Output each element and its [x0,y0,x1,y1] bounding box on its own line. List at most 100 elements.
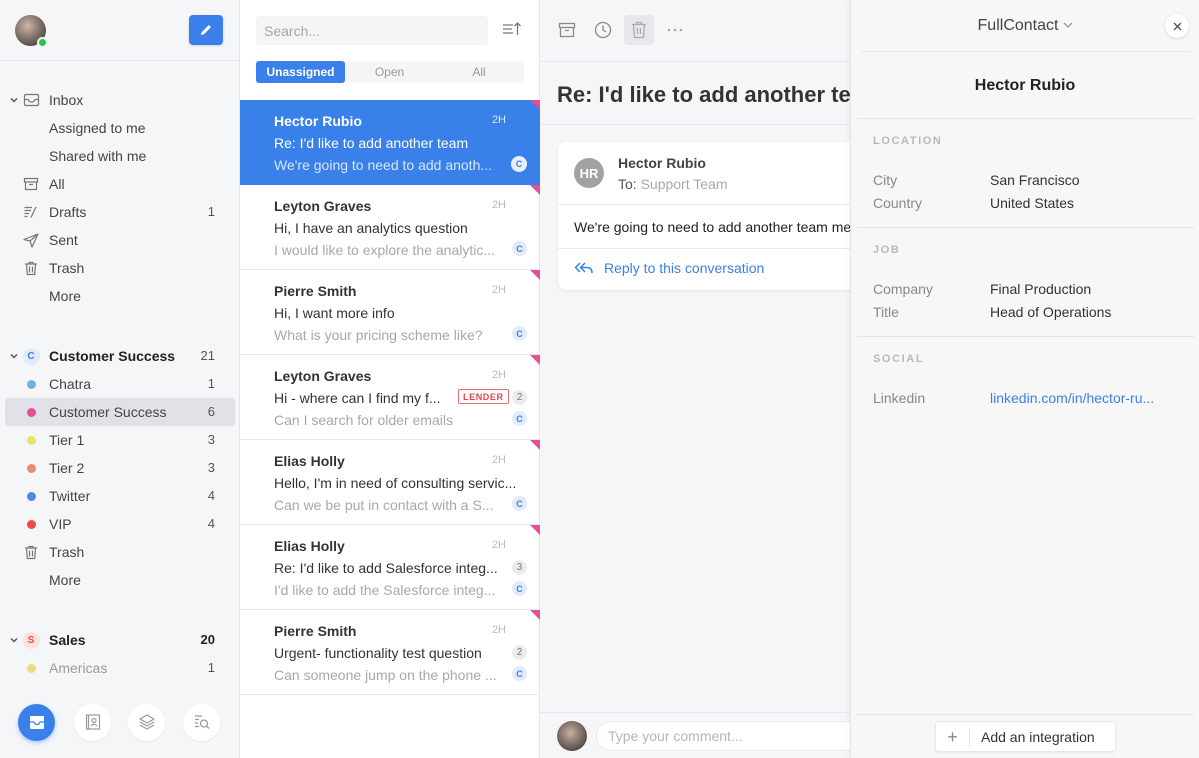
conversation-item[interactable]: Elias Holly 2H Re: I'd like to add Sales… [240,525,540,610]
sidebar-item-tier-1[interactable]: Tier 1 3 [0,426,240,454]
sidebar-item-tier-2[interactable]: Tier 2 3 [0,454,240,482]
sidebar-item-more[interactable]: More [0,282,240,310]
chevron-down-icon[interactable] [9,635,19,645]
snooze-button[interactable] [588,15,618,45]
sidebar-item-label: More [49,288,81,304]
sidebar-item-all[interactable]: All [0,170,240,198]
sidebar-item-count: 4 [207,516,215,531]
team-badge: C [512,326,527,341]
sidebar-item-assigned-to-me[interactable]: Assigned to me [0,114,240,142]
section-title-location: LOCATION [873,135,943,147]
online-status-indicator [37,37,48,48]
sidebar-item-label: Twitter [49,488,91,504]
preview: I would like to explore the analytic... [274,242,496,258]
chevron-down-icon[interactable] [9,351,19,361]
sort-button[interactable] [502,20,524,40]
sidebar-item-label: Tier 2 [49,460,85,476]
search-list-icon [194,715,209,729]
sidebar-item-inbox[interactable]: Inbox [0,86,240,114]
sidebar-item-team-trash[interactable]: Trash [0,538,240,566]
nav-contacts-button[interactable] [74,703,111,741]
conversation-item[interactable]: Elias Holly 2H Hello, I'm in need of con… [240,440,540,525]
add-integration-button[interactable]: + Add an integration [935,721,1116,752]
tag-color-dot [22,460,40,476]
conversation-pane: Re: I'd like to add another team HR Hect… [540,0,850,758]
sidebar-item-count: 1 [207,660,215,675]
sidebar-item-vip[interactable]: VIP 4 [0,510,240,538]
sender-name: Elias Holly [274,453,345,469]
subject: Hi - where can I find my f... [274,390,441,406]
search-input[interactable] [256,16,488,45]
trash-icon [632,21,646,39]
message-card: HR Hector Rubio To: Support Team We're g… [558,142,850,290]
team-badge: C [512,496,527,511]
section-title-job: JOB [873,244,901,256]
conversation-item[interactable]: Pierre Smith 2H Hi, I want more info Wha… [240,270,540,355]
comment-input[interactable] [596,721,850,751]
user-avatar[interactable] [15,15,48,48]
layers-icon [138,714,155,730]
sidebar-item-sent[interactable]: Sent [0,226,240,254]
to-label: To: [618,176,637,192]
sidebar-item-chatra[interactable]: Chatra 1 [0,370,240,398]
tag-color-dot [22,404,40,420]
subject: Hi, I want more info [274,305,395,321]
lender-tag: LENDER [458,389,509,404]
team-badge: C [512,411,527,426]
tab-open[interactable]: Open [345,61,434,83]
archive-icon [558,22,576,38]
integration-selector[interactable]: FullContact [861,17,1190,35]
conversation-item[interactable]: Leyton Graves 2H Hi - where can I find m… [240,355,540,440]
nav-inbox-button[interactable] [18,703,55,741]
sidebar-team-customer-success[interactable]: C Customer Success 21 [0,342,240,370]
sidebar-item-trash[interactable]: Trash [0,254,240,282]
timestamp: 2H [491,369,506,381]
sidebar-item-team-more[interactable]: More [0,566,240,594]
conversation-item[interactable]: Pierre Smith 2H Urgent- functionality te… [240,610,540,695]
sidebar-item-americas[interactable]: Americas 1 [0,654,240,682]
archive-icon [22,176,40,192]
sidebar-team-sales[interactable]: S Sales 20 [0,626,240,654]
nav-search-button[interactable] [183,703,220,741]
field-label-country: Country [873,195,923,211]
reply-button[interactable]: Reply to this conversation [574,260,764,276]
conversation-filter-tabs: Unassigned Open All [256,61,524,83]
message-body: We're going to need to add another team … [574,219,850,235]
sidebar-item-label: Tier 1 [49,432,85,448]
tag-color-dot [22,432,40,448]
sidebar-item-count: 21 [200,348,215,363]
more-actions-button[interactable] [660,15,690,45]
conversation-item[interactable]: Leyton Graves 2H Hi, I have an analytics… [240,185,540,270]
nav-layers-button[interactable] [128,703,165,741]
conversation-item[interactable]: Hector Rubio 2H Re: I'd like to add anot… [240,100,540,185]
close-panel-button[interactable] [1165,14,1189,38]
chevron-down-icon[interactable] [9,95,19,105]
delete-button[interactable] [624,15,654,45]
team-customer-success-section: C Customer Success 21 Chatra 1 Customer … [0,342,240,594]
compose-button[interactable] [189,15,223,45]
inbox-tray-icon [29,715,44,729]
tag-corner-marker [530,440,540,450]
divider [857,227,1194,228]
tab-all[interactable]: All [434,61,524,83]
subject: Re: I'd like to add another team [274,135,469,151]
sidebar-item-drafts[interactable]: Drafts 1 [0,198,240,226]
tag-corner-marker [530,100,540,110]
sidebar-item-label: Drafts [49,204,87,220]
linkedin-link[interactable]: linkedin.com/in/hector-ru... [990,390,1154,406]
clock-icon [594,21,612,39]
sidebar-item-label: Americas [49,660,108,676]
divider [540,124,850,125]
preview: Can I search for older emails [274,412,453,428]
sender-name: Leyton Graves [274,198,372,214]
pencil-icon [201,25,211,35]
inbox-section: Inbox Assigned to me Shared with me All … [0,86,240,310]
sender-name: Leyton Graves [274,368,372,384]
tab-unassigned[interactable]: Unassigned [256,61,345,83]
sidebar-item-twitter[interactable]: Twitter 4 [0,482,240,510]
timestamp: 2H [491,199,506,211]
preview: Can we be put in contact with a S... [274,497,494,513]
sidebar-item-shared-with-me[interactable]: Shared with me [0,142,240,170]
archive-button[interactable] [552,15,582,45]
sidebar-item-customer-success[interactable]: Customer Success 6 [5,398,235,426]
